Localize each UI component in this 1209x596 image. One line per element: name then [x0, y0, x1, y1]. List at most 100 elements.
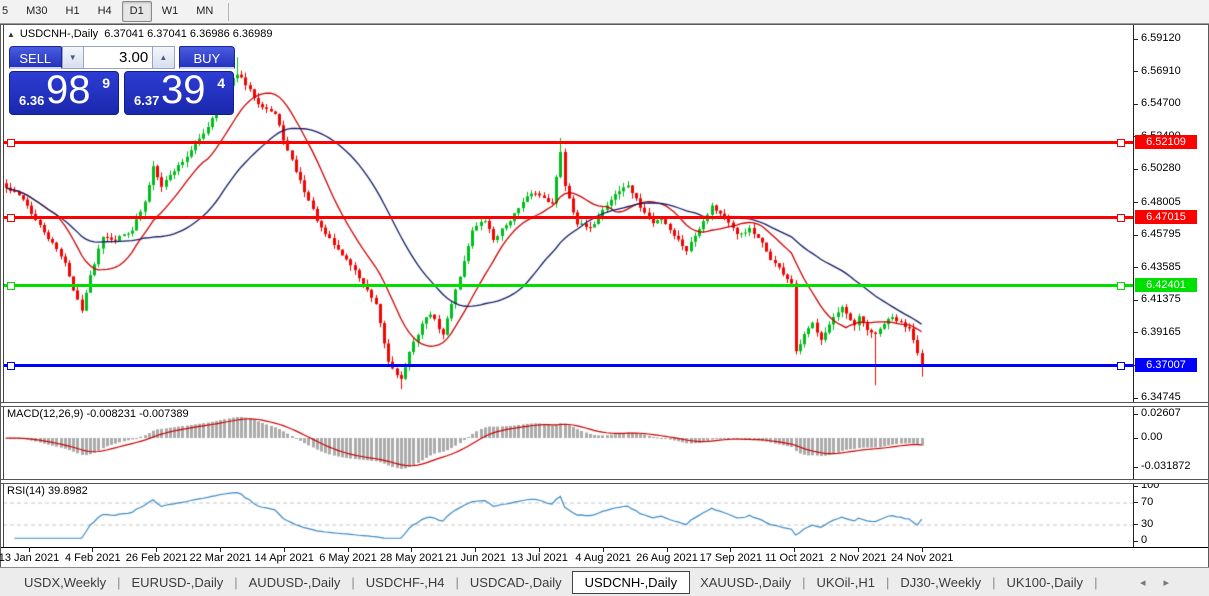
rsi-axis-tick: [1133, 541, 1138, 542]
sr-price-tag: 6.42401: [1135, 278, 1197, 292]
tab-usdchf[interactable]: USDCHF-,H4: [356, 572, 455, 593]
date-axis-label: 11 Oct 2021: [765, 552, 824, 564]
sr-line-6.42401[interactable]: [4, 284, 1133, 287]
macd-axis-label: 0.00: [1141, 431, 1162, 443]
sr-line-6.52109[interactable]: [4, 141, 1133, 144]
price-axis-tick: [1133, 332, 1138, 333]
date-axis-label: 17 Sep 2021: [700, 552, 762, 564]
sr-line-6.37007[interactable]: [4, 364, 1133, 367]
toolbar-separator: [228, 3, 229, 21]
rsi-axis-label: 0: [1141, 534, 1147, 546]
tab-eurusd[interactable]: EURUSD-,Daily: [122, 572, 234, 593]
one-click-trade-widget: SELL ▼ 3.00 ▲ BUY 6.36 98 9 6.37 39 4: [9, 46, 235, 115]
chart-window: ▲USDCNH-,Daily 6.37041 6.37041 6.36986 6…: [0, 24, 1209, 567]
timeframe-button-h4[interactable]: H4: [90, 1, 120, 22]
macd-axis-label: 0.02607: [1141, 407, 1181, 419]
rsi-indicator-canvas[interactable]: [3, 482, 1133, 547]
sell-price-big: 98: [46, 68, 91, 113]
collapse-arrow-icon[interactable]: ▲: [7, 30, 15, 39]
sell-button[interactable]: SELL: [9, 46, 62, 69]
rsi-axis-tick: [1133, 486, 1138, 487]
price-axis-label: 6.48005: [1141, 196, 1181, 208]
tab-audusd[interactable]: AUDUSD-,Daily: [239, 572, 351, 593]
sr-line-handle[interactable]: [7, 362, 15, 370]
macd-axis-label: -0.031872: [1141, 460, 1191, 472]
sr-line-handle[interactable]: [1117, 139, 1125, 147]
buy-button[interactable]: BUY: [179, 46, 235, 69]
sr-line-handle[interactable]: [1117, 362, 1125, 370]
price-axis-tick: [1133, 71, 1138, 72]
date-axis-label: 26 Aug 2021: [636, 552, 698, 564]
sr-line-handle[interactable]: [7, 282, 15, 290]
timeframe-button-m30[interactable]: M30: [18, 1, 55, 22]
rsi-axis-label: 70: [1141, 496, 1153, 508]
chart-title: ▲USDCNH-,Daily 6.37041 6.37041 6.36986 6…: [7, 28, 273, 40]
date-axis-label: 26 Feb 2021: [126, 552, 188, 564]
sr-price-tag: 6.47015: [1135, 210, 1197, 224]
tab-usdcnh[interactable]: USDCNH-,Daily: [572, 571, 690, 594]
timeframe-button-5[interactable]: 5: [0, 1, 16, 22]
timeframe-button-w1[interactable]: W1: [154, 1, 187, 22]
chart-ohlc-values: 6.37041 6.37041 6.36986 6.36989: [104, 28, 272, 40]
plot-bottom-border: [1, 547, 1208, 548]
price-axis-tick: [1133, 235, 1138, 236]
date-axis-label: 28 May 2021: [380, 552, 444, 564]
rsi-axis-tick: [1133, 502, 1138, 503]
tab-scroll-arrows: ◂▸: [1140, 576, 1187, 589]
sell-price-prefix: 6.36: [19, 93, 44, 108]
sr-line-6.47015[interactable]: [4, 216, 1133, 219]
macd-label: MACD(12,26,9) -0.008231 -0.007389: [7, 408, 189, 420]
tab-separator: |: [1093, 575, 1098, 590]
tab-usdcad[interactable]: USDCAD-,Daily: [460, 572, 572, 593]
price-axis-tick: [1133, 202, 1138, 203]
rsi-axis-tick: [1133, 524, 1138, 525]
date-axis-label: 2 Nov 2021: [830, 552, 886, 564]
timeframe-button-mn[interactable]: MN: [188, 1, 221, 22]
price-axis-label: 6.39165: [1141, 326, 1181, 338]
volume-input[interactable]: 3.00: [84, 46, 152, 69]
date-axis-label: 13 Jul 2021: [511, 552, 568, 564]
tab-ukoil[interactable]: UKOil-,H1: [806, 572, 885, 593]
date-axis-label: 24 Nov 2021: [891, 552, 953, 564]
price-axis-tick: [1133, 39, 1138, 40]
panel-splitter[interactable]: [1, 402, 1208, 407]
date-axis-label: 14 Apr 2021: [255, 552, 314, 564]
price-axis-label: 6.41375: [1141, 293, 1181, 305]
sr-line-handle[interactable]: [7, 214, 15, 222]
price-axis-tick: [1133, 398, 1138, 399]
price-axis-label: 6.54700: [1141, 97, 1181, 109]
tab-uk100[interactable]: UK100-,Daily: [996, 572, 1093, 593]
price-axis-tick: [1133, 169, 1138, 170]
price-axis-label: 6.59120: [1141, 32, 1181, 44]
chart-tab-bar: USDX,Weekly|EURUSD-,Daily|AUDUSD-,Daily|…: [0, 567, 1209, 596]
price-axis-tick: [1133, 267, 1138, 268]
volume-decrease-button[interactable]: ▼: [62, 46, 84, 69]
date-axis-label: 13 Jan 2021: [0, 552, 59, 564]
panel-splitter[interactable]: [1, 479, 1208, 484]
date-axis-label: 4 Aug 2021: [575, 552, 631, 564]
buy-price-panel[interactable]: 6.37 39 4: [124, 71, 234, 115]
macd-axis-tick: [1133, 414, 1138, 415]
macd-axis-tick: [1133, 467, 1138, 468]
tab-xauusd[interactable]: XAUUSD-,Daily: [690, 572, 801, 593]
sr-line-handle[interactable]: [1117, 282, 1125, 290]
price-axis-label: 6.56910: [1141, 65, 1181, 77]
timeframe-button-h1[interactable]: H1: [58, 1, 88, 22]
date-axis-label: 6 May 2021: [319, 552, 376, 564]
buy-price-sup: 4: [217, 75, 225, 91]
price-axis-label: 6.50280: [1141, 162, 1181, 174]
tab-scroll-left-icon[interactable]: ◂: [1140, 577, 1164, 589]
tab-usdx[interactable]: USDX,Weekly: [14, 572, 116, 593]
sr-line-handle[interactable]: [1117, 214, 1125, 222]
sell-price-panel[interactable]: 6.36 98 9: [9, 71, 119, 115]
trading-terminal: 5M30H1H4D1W1MN ▲USDCNH-,Daily 6.37041 6.…: [0, 0, 1209, 596]
tab-dj30[interactable]: DJ30-,Weekly: [890, 572, 991, 593]
sr-line-handle[interactable]: [7, 139, 15, 147]
date-axis-label: 4 Feb 2021: [65, 552, 121, 564]
tab-scroll-right-icon[interactable]: ▸: [1163, 577, 1187, 589]
timeframe-toolbar: 5M30H1H4D1W1MN: [0, 0, 1209, 24]
volume-increase-button[interactable]: ▲: [152, 46, 174, 69]
timeframe-button-d1[interactable]: D1: [122, 1, 152, 22]
price-axis-tick: [1133, 104, 1138, 105]
price-axis-label: 6.45795: [1141, 228, 1181, 240]
